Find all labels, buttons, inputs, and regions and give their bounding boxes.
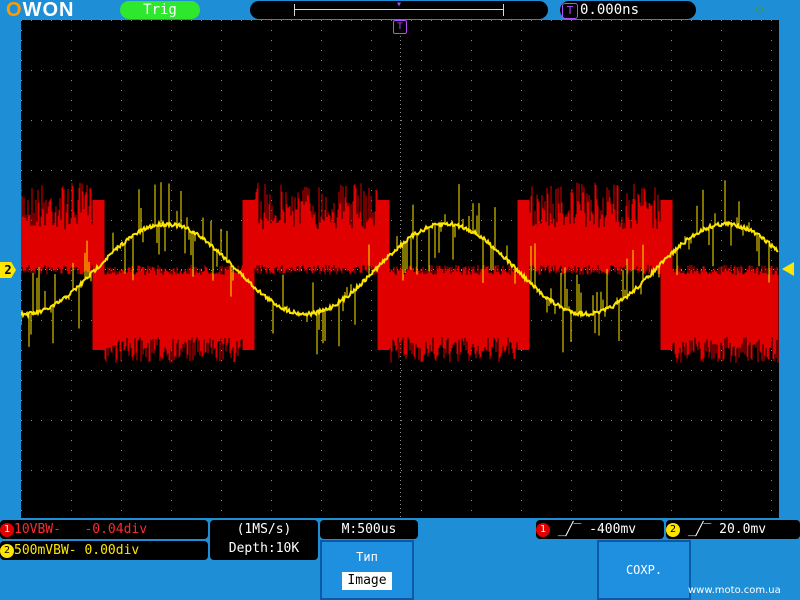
type-menu-value: Image xyxy=(342,572,392,590)
type-menu-title: Тип xyxy=(356,550,378,564)
ch2-level-marker: 2 xyxy=(0,262,16,278)
trigger-position-indicator-icon: ▾ xyxy=(396,0,403,10)
watermark: www.moto.com.ua xyxy=(688,585,781,596)
ch1-info: 1 10VBW- -0.04div xyxy=(0,520,208,539)
ch2-trigger-level: 20.0mv xyxy=(719,522,767,537)
horizontal-position-bar: ▾ xyxy=(250,0,548,19)
rising-edge-icon: _╱‾ xyxy=(687,522,712,537)
ch1-trigger-badge: 1 xyxy=(536,522,550,537)
save-button[interactable]: СОХР. xyxy=(597,540,691,600)
ch1-trace xyxy=(20,182,779,363)
trigger-marker-icon: T xyxy=(393,20,407,34)
timebase: M:500us xyxy=(320,520,418,539)
ch1-trigger-level: -400mv xyxy=(589,522,637,537)
ch2-offset: 0.00div xyxy=(84,543,140,558)
ch1-waveform xyxy=(20,182,779,363)
trigger-level-arrow-icon xyxy=(782,262,794,276)
ch1-scale: 10VBW- xyxy=(14,522,61,537)
ch2-badge: 2 xyxy=(0,543,14,558)
ch2-trigger-badge: 2 xyxy=(666,522,680,537)
waveform-display xyxy=(20,20,779,518)
ch1-badge: 1 xyxy=(0,522,14,537)
trigger-status: Trig xyxy=(120,1,200,19)
record-depth: Depth:10K xyxy=(228,541,300,556)
ch1-trigger-info: 1 _╱‾ -400mv xyxy=(536,520,664,539)
ch2-scale: 500mVBW- xyxy=(14,543,77,558)
sample-rate: (1MS/s) xyxy=(236,522,292,537)
rising-edge-icon: _╱‾ xyxy=(557,522,582,537)
acquisition-info: (1MS/s) Depth:10K xyxy=(210,520,318,560)
ch2-trigger-info: 2 _╱‾ 20.0mv xyxy=(666,520,800,539)
ch2-info: 2 500mVBW- 0.00div xyxy=(0,541,208,560)
trigger-time-value: 0.000ns xyxy=(580,2,640,18)
owon-logo: OWON xyxy=(6,0,75,21)
type-menu-button[interactable]: Тип Image xyxy=(320,540,414,600)
ch1-offset: -0.04div xyxy=(84,522,148,537)
trigger-time-badge: T xyxy=(562,3,578,19)
usb-icon: ⚙ xyxy=(756,2,764,16)
waveform-svg xyxy=(20,20,779,517)
